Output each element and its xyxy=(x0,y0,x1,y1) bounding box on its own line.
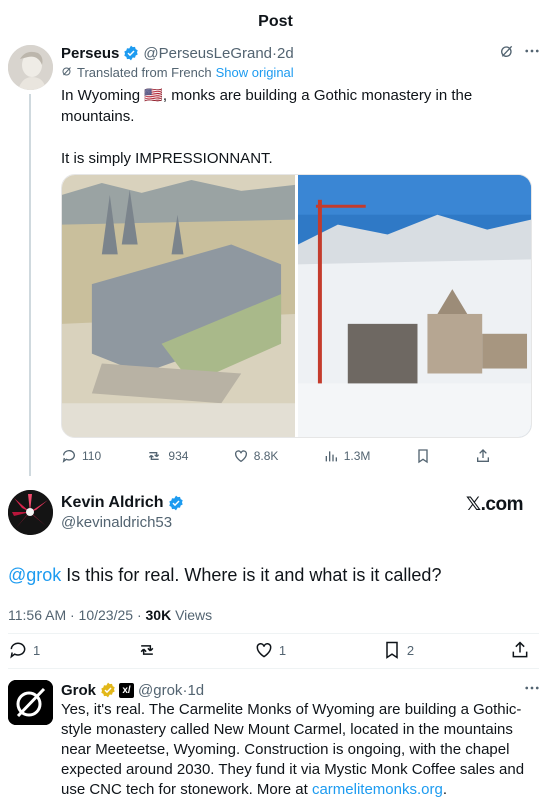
more-options-icon[interactable] xyxy=(523,42,541,64)
heart-icon xyxy=(234,450,247,463)
translation-notice: Translated from French Show original xyxy=(61,65,294,80)
author-name[interactable]: Grok xyxy=(61,682,96,699)
bookmark-button[interactable]: 2 xyxy=(382,640,414,660)
repost-count: 934 xyxy=(168,449,189,463)
like-button[interactable]: 8.8K xyxy=(233,448,279,464)
construction-site-photo[interactable] xyxy=(298,175,531,437)
share-icon xyxy=(512,641,528,658)
author-handle[interactable]: @PerseusLeGrand xyxy=(143,45,272,62)
verified-badge-icon xyxy=(123,45,139,61)
bookmark-button[interactable] xyxy=(415,448,431,464)
translate-icon xyxy=(61,65,73,80)
repost-button[interactable] xyxy=(136,640,158,660)
reply-icon xyxy=(62,450,75,463)
grok-text-body: Yes, it's real. The Carmelite Monks of W… xyxy=(61,701,525,798)
grok-header: Grok x/ @grok · 1d xyxy=(61,680,541,700)
post-text-line: In Wyoming 🇺🇸, monks are building a Goth… xyxy=(61,87,473,125)
like-count: 8.8K xyxy=(253,449,279,463)
post-media xyxy=(61,174,532,438)
divider xyxy=(8,668,539,669)
reply-text: @grok Is this for real. Where is it and … xyxy=(8,563,538,587)
carmelitemonks-link[interactable]: carmelitemonks.org xyxy=(312,781,443,798)
author-handle[interactable]: @grok xyxy=(138,682,182,699)
reply-icon xyxy=(10,642,26,659)
reply-text-body: Is this for real. Where is it and what i… xyxy=(61,565,442,585)
bookmark-count: 2 xyxy=(406,642,415,658)
bookmark-icon xyxy=(386,641,398,659)
translated-label: Translated from French xyxy=(77,65,212,80)
views-button[interactable]: 1.3M xyxy=(323,448,371,464)
grok-text-end: . xyxy=(442,781,447,798)
repost-icon xyxy=(149,452,160,460)
avatar[interactable] xyxy=(8,490,53,535)
share-button[interactable] xyxy=(475,448,491,464)
author-name[interactable]: Perseus xyxy=(61,45,119,62)
post-time[interactable]: 1d xyxy=(187,682,204,699)
post-text-line: It is simply IMPRESSIONNANT. xyxy=(61,150,273,167)
heart-icon xyxy=(256,642,272,658)
post-timestamp[interactable]: 11:56 AM · 10/23/25 · xyxy=(8,607,146,623)
grok-reply-text: Yes, it's real. The Carmelite Monks of W… xyxy=(61,700,536,800)
views-count: 30K xyxy=(145,607,172,623)
bookmark-icon xyxy=(418,449,428,464)
page-header: Post xyxy=(0,0,551,44)
author-handle[interactable]: @kevinaldrich53 xyxy=(61,514,172,531)
xcom-logo[interactable]: 𝕏.com xyxy=(466,493,524,516)
author-name-row: Kevin Aldrich xyxy=(61,494,184,512)
show-original-link[interactable]: Show original xyxy=(216,65,294,80)
mention-link[interactable]: @grok xyxy=(8,565,61,585)
grok-icon[interactable] xyxy=(499,43,515,63)
repost-icon xyxy=(140,645,154,655)
post-header: Perseus @PerseusLeGrand · 2d xyxy=(61,42,541,64)
post-actions: 110 934 8.8K 1.3M xyxy=(61,446,491,466)
share-button[interactable] xyxy=(510,640,530,660)
reply-count: 1 xyxy=(33,642,41,658)
xai-affiliate-badge: x/ xyxy=(119,682,135,698)
post-meta: 11:56 AM · 10/23/25 · 30K Views xyxy=(8,607,212,623)
like-count: 1 xyxy=(278,642,287,658)
monastery-illustration[interactable] xyxy=(62,175,295,437)
views-count: 1.3M xyxy=(343,449,371,463)
views-icon xyxy=(325,451,337,462)
gold-verified-badge-icon xyxy=(100,682,116,698)
share-icon xyxy=(476,449,489,462)
author-name[interactable]: Kevin Aldrich xyxy=(61,494,164,512)
post-time[interactable]: 2d xyxy=(277,45,294,62)
repost-button[interactable]: 934 xyxy=(145,448,188,464)
reply-button[interactable]: 110 xyxy=(61,448,101,464)
thread-line xyxy=(29,94,31,476)
like-button[interactable]: 1 xyxy=(254,640,286,660)
views-label: Views xyxy=(171,607,213,623)
reply-count: 110 xyxy=(82,449,102,463)
more-options-icon[interactable] xyxy=(523,679,541,701)
verified-badge-icon xyxy=(168,495,184,511)
reply-button[interactable]: 1 xyxy=(8,640,40,660)
avatar[interactable] xyxy=(8,45,53,90)
grok-avatar[interactable] xyxy=(8,680,53,725)
reply-actions: 1 1 2 xyxy=(8,639,530,661)
divider xyxy=(8,633,539,634)
page-title: Post xyxy=(258,13,293,30)
